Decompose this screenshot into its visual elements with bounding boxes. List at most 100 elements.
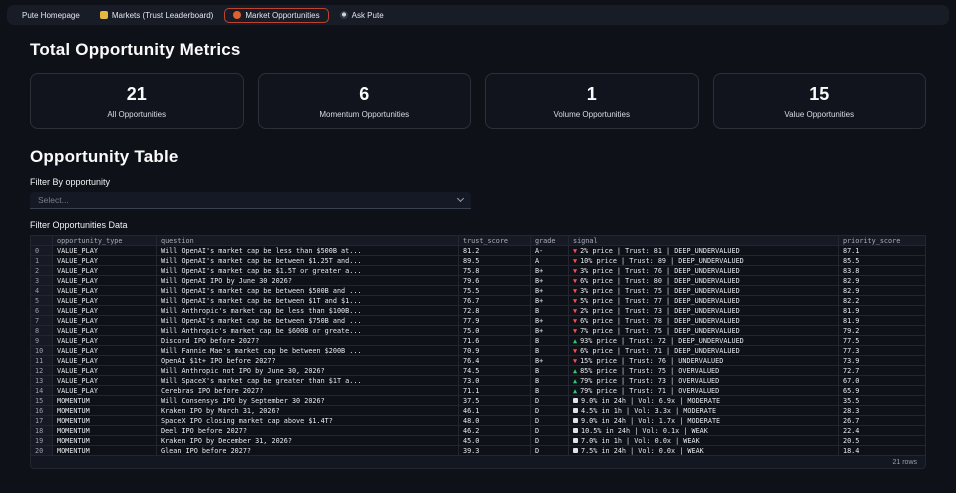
row-index-cell[interactable]: 15 xyxy=(30,395,53,406)
question-cell[interactable]: Cerebras IPO before 2027? xyxy=(156,385,459,396)
row-index-cell[interactable]: 0 xyxy=(30,245,53,256)
opportunity-type-cell[interactable]: MOMENTUM xyxy=(52,405,157,416)
row-index-cell[interactable]: 1 xyxy=(30,255,53,266)
trust-score-cell[interactable]: 77.9 xyxy=(458,315,531,326)
opportunity-type-cell[interactable]: VALUE_PLAY xyxy=(52,335,157,346)
grade-cell[interactable]: B+ xyxy=(530,315,569,326)
question-cell[interactable]: OpenAI $1t+ IPO before 2027? xyxy=(156,355,459,366)
row-index-cell[interactable]: 5 xyxy=(30,295,53,306)
table-row[interactable]: 4 VALUE_PLAY Will OpenAI's market cap be b… xyxy=(30,285,926,296)
signal-cell[interactable]: ▲ 93% price | Trust: 72 | DEEP_UNDERVALUE… xyxy=(568,335,839,346)
grade-cell[interactable]: B+ xyxy=(530,295,569,306)
table-row[interactable]: 18 MOMENTUM Deel IPO before 2027? 46.2 D 10.5… xyxy=(30,425,926,436)
priority-score-cell[interactable]: 87.1 xyxy=(838,245,926,256)
trust-score-cell[interactable]: 81.2 xyxy=(458,245,531,256)
trust-score-cell[interactable]: 72.8 xyxy=(458,305,531,316)
grade-cell[interactable]: A- xyxy=(530,245,569,256)
row-index-cell[interactable]: 17 xyxy=(30,415,53,426)
table-row[interactable]: 5 VALUE_PLAY Will OpenAI's market cap be b… xyxy=(30,295,926,306)
nav-tab-pute-homepage[interactable]: Pute Homepage xyxy=(13,8,89,23)
signal-cell[interactable]: ▼ 5% price | Trust: 77 | DEEP_UNDERVALUED xyxy=(568,295,839,306)
trust-score-cell[interactable]: 37.5 xyxy=(458,395,531,406)
table-row[interactable]: 8 VALUE_PLAY Will Anthropic's market cap b… xyxy=(30,325,926,336)
priority-score-cell[interactable]: 85.5 xyxy=(838,255,926,266)
grade-cell[interactable]: B xyxy=(530,335,569,346)
signal-cell[interactable]: ▼ 6% price | Trust: 80 | DEEP_UNDERVALUED xyxy=(568,275,839,286)
signal-cell[interactable]: 9.0% in 24h | Vol: 6.9x | MODERATE xyxy=(568,395,839,406)
priority-score-cell[interactable]: 82.2 xyxy=(838,295,926,306)
opportunity-type-cell[interactable]: VALUE_PLAY xyxy=(52,265,157,276)
opportunity-type-cell[interactable]: VALUE_PLAY xyxy=(52,285,157,296)
column-header[interactable] xyxy=(30,235,53,246)
opportunity-filter-select[interactable]: Select... xyxy=(30,192,471,209)
column-header[interactable]: signal xyxy=(568,235,839,246)
table-row[interactable]: 6 VALUE_PLAY Will Anthropic's market cap b… xyxy=(30,305,926,316)
grade-cell[interactable]: D xyxy=(530,445,569,456)
opportunity-type-cell[interactable]: VALUE_PLAY xyxy=(52,365,157,376)
opportunity-type-cell[interactable]: VALUE_PLAY xyxy=(52,345,157,356)
grade-cell[interactable]: B+ xyxy=(530,265,569,276)
question-cell[interactable]: Will Consensys IPO by September 30 2026? xyxy=(156,395,459,406)
row-index-cell[interactable]: 11 xyxy=(30,355,53,366)
grade-cell[interactable]: D xyxy=(530,405,569,416)
table-row[interactable]: 13 VALUE_PLAY Will SpaceX's market cap be … xyxy=(30,375,926,386)
signal-cell[interactable]: ▼ 6% price | Trust: 71 | DEEP_UNDERVALUED xyxy=(568,345,839,356)
signal-cell[interactable]: ▼ 15% price | Trust: 76 | UNDERVALUED xyxy=(568,355,839,366)
trust-score-cell[interactable]: 74.5 xyxy=(458,365,531,376)
table-row[interactable]: 20 MOMENTUM Glean IPO before 2027? 39.3 D 7.5… xyxy=(30,445,926,456)
trust-score-cell[interactable]: 76.4 xyxy=(458,355,531,366)
row-index-cell[interactable]: 16 xyxy=(30,405,53,416)
question-cell[interactable]: Will SpaceX's market cap be greater than… xyxy=(156,375,459,386)
grade-cell[interactable]: D xyxy=(530,425,569,436)
question-cell[interactable]: Will Anthropic's market cap be $600B or … xyxy=(156,325,459,336)
row-index-cell[interactable]: 13 xyxy=(30,375,53,386)
opportunity-type-cell[interactable]: VALUE_PLAY xyxy=(52,355,157,366)
opportunity-type-cell[interactable]: VALUE_PLAY xyxy=(52,315,157,326)
column-header[interactable]: trust_score xyxy=(458,235,531,246)
priority-score-cell[interactable]: 18.4 xyxy=(838,445,926,456)
opportunity-type-cell[interactable]: MOMENTUM xyxy=(52,415,157,426)
column-header[interactable]: priority_score xyxy=(838,235,926,246)
question-cell[interactable]: Deel IPO before 2027? xyxy=(156,425,459,436)
signal-cell[interactable]: ▲ 79% price | Trust: 73 | OVERVALUED xyxy=(568,375,839,386)
opportunity-type-cell[interactable]: VALUE_PLAY xyxy=(52,375,157,386)
row-index-cell[interactable]: 18 xyxy=(30,425,53,436)
opportunity-type-cell[interactable]: VALUE_PLAY xyxy=(52,295,157,306)
row-index-cell[interactable]: 8 xyxy=(30,325,53,336)
priority-score-cell[interactable]: 20.5 xyxy=(838,435,926,446)
trust-score-cell[interactable]: 75.5 xyxy=(458,285,531,296)
signal-cell[interactable]: 9.0% in 24h | Vol: 1.7x | MODERATE xyxy=(568,415,839,426)
table-row[interactable]: 14 VALUE_PLAY Cerebras IPO before 2027? 71.… xyxy=(30,385,926,396)
row-index-cell[interactable]: 14 xyxy=(30,385,53,396)
question-cell[interactable]: Will OpenAI's market cap be $1.5T or gre… xyxy=(156,265,459,276)
signal-cell[interactable]: ▼ 2% price | Trust: 73 | DEEP_UNDERVALUED xyxy=(568,305,839,316)
table-row[interactable]: 11 VALUE_PLAY OpenAI $1t+ IPO before 2027?… xyxy=(30,355,926,366)
priority-score-cell[interactable]: 28.3 xyxy=(838,405,926,416)
question-cell[interactable]: Kraken IPO by March 31, 2026? xyxy=(156,405,459,416)
trust-score-cell[interactable]: 75.8 xyxy=(458,265,531,276)
row-index-cell[interactable]: 2 xyxy=(30,265,53,276)
table-row[interactable]: 9 VALUE_PLAY Discord IPO before 2027? 71.6 B… xyxy=(30,335,926,346)
row-index-cell[interactable]: 20 xyxy=(30,445,53,456)
grade-cell[interactable]: D xyxy=(530,415,569,426)
opportunity-type-cell[interactable]: VALUE_PLAY xyxy=(52,385,157,396)
signal-cell[interactable]: ▲ 79% price | Trust: 71 | OVERVALUED xyxy=(568,385,839,396)
trust-score-cell[interactable]: 75.0 xyxy=(458,325,531,336)
trust-score-cell[interactable]: 76.7 xyxy=(458,295,531,306)
opportunity-type-cell[interactable]: VALUE_PLAY xyxy=(52,305,157,316)
table-row[interactable]: 7 VALUE_PLAY Will OpenAI's market cap be b… xyxy=(30,315,926,326)
table-row[interactable]: 16 MOMENTUM Kraken IPO by March 31, 2026? 4… xyxy=(30,405,926,416)
trust-score-cell[interactable]: 89.5 xyxy=(458,255,531,266)
grade-cell[interactable]: D xyxy=(530,435,569,446)
grade-cell[interactable]: B xyxy=(530,305,569,316)
nav-tab-ask-pute[interactable]: Ask Pute xyxy=(331,8,393,23)
question-cell[interactable]: SpaceX IPO closing market cap above $1.4… xyxy=(156,415,459,426)
grade-cell[interactable]: A xyxy=(530,255,569,266)
trust-score-cell[interactable]: 70.9 xyxy=(458,345,531,356)
opportunity-type-cell[interactable]: VALUE_PLAY xyxy=(52,245,157,256)
table-row[interactable]: 10 VALUE_PLAY Will Fannie Mae's market cap… xyxy=(30,345,926,356)
priority-score-cell[interactable]: 73.9 xyxy=(838,355,926,366)
column-header[interactable]: opportunity_type xyxy=(52,235,157,246)
signal-cell[interactable]: 7.5% in 24h | Vol: 0.0x | WEAK xyxy=(568,445,839,456)
trust-score-cell[interactable]: 46.2 xyxy=(458,425,531,436)
